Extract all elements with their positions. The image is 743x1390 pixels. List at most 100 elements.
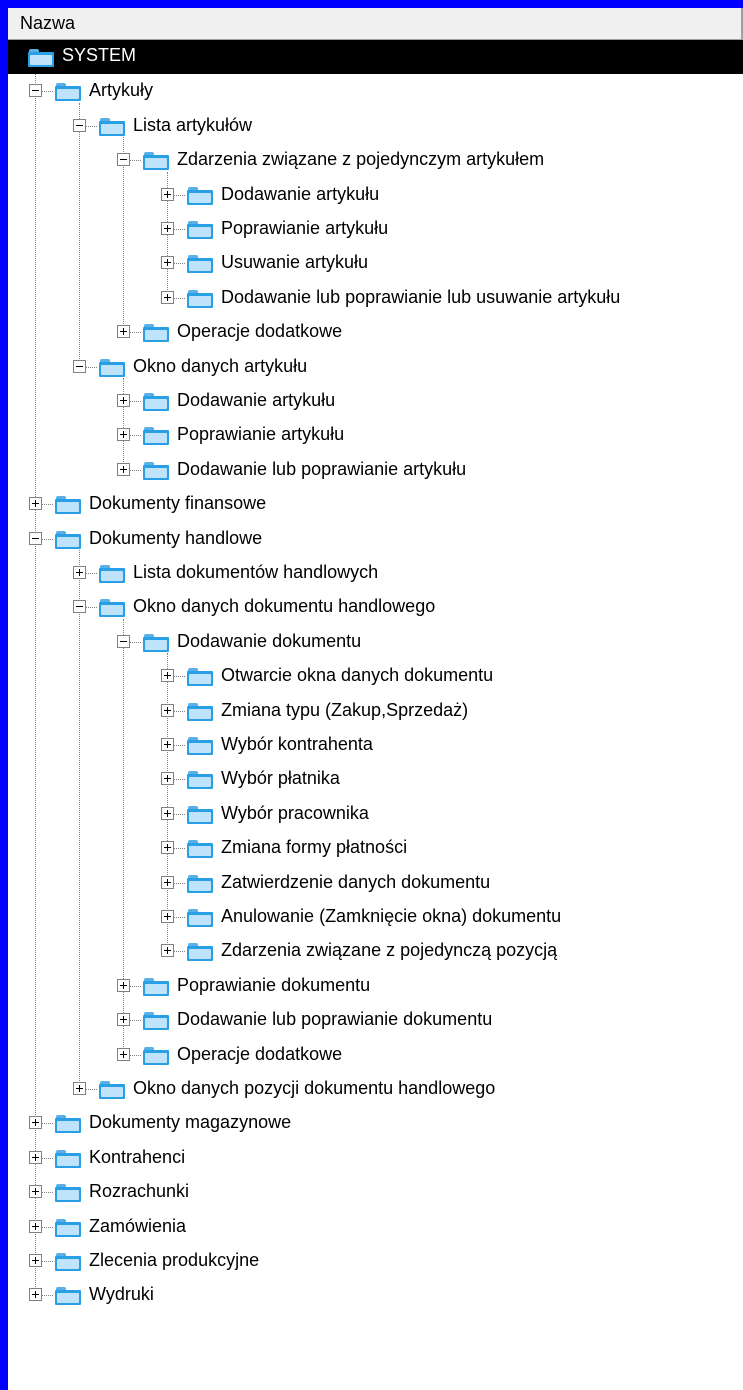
- expand-plus-icon[interactable]: [161, 187, 174, 201]
- tree-node-label: Lista artykułów: [133, 114, 253, 135]
- collapse-minus-icon[interactable]: [73, 600, 86, 614]
- tree-window: SYSTEM Artykuły Lista artykułów Zdarzenia z…: [8, 8, 743, 1390]
- tree-node[interactable]: Okno danych dokumentu handlowego: [8, 590, 743, 624]
- collapse-minus-icon[interactable]: [117, 634, 130, 648]
- expand-plus-icon[interactable]: [117, 978, 130, 992]
- folder-icon: [55, 1149, 81, 1168]
- folder-icon: [187, 255, 213, 274]
- tree-view[interactable]: SYSTEM Artykuły Lista artykułów Zdarzenia z…: [8, 8, 743, 1390]
- tree-node[interactable]: Dodawanie lub poprawianie lub usuwanie a…: [8, 281, 743, 315]
- tree-node[interactable]: Dokumenty handlowe: [8, 522, 743, 556]
- expand-plus-icon[interactable]: [29, 1219, 42, 1233]
- folder-icon: [55, 530, 81, 549]
- collapse-minus-icon[interactable]: [73, 359, 86, 373]
- expand-plus-icon[interactable]: [29, 1288, 42, 1302]
- tree-node[interactable]: Otwarcie okna danych dokumentu: [8, 659, 743, 693]
- tree-node-label: Anulowanie (Zamknięcie okna) dokumentu: [221, 906, 562, 926]
- tree-node[interactable]: Wybór kontrahenta: [8, 728, 743, 762]
- collapse-minus-icon[interactable]: [29, 84, 42, 98]
- tree-node-label: Kontrahenci: [89, 1146, 186, 1167]
- tree-node[interactable]: Dokumenty finansowe: [8, 487, 743, 521]
- tree-node[interactable]: Usuwanie artykułu: [8, 246, 743, 280]
- tree-node-label: Zdarzenia związane z pojedynczą pozycją: [221, 940, 558, 961]
- expand-plus-icon[interactable]: [117, 462, 130, 476]
- tree-node[interactable]: Rozrachunki: [8, 1175, 743, 1209]
- tree-node[interactable]: Wydruki: [8, 1278, 743, 1312]
- tree-node[interactable]: Zatwierdzenie danych dokumentu: [8, 866, 743, 900]
- tree-node[interactable]: Anulowanie (Zamknięcie okna) dokumentu: [8, 900, 743, 934]
- expand-plus-icon[interactable]: [29, 1185, 42, 1199]
- expand-plus-icon[interactable]: [161, 944, 174, 958]
- expand-plus-icon[interactable]: [161, 290, 174, 304]
- tree-node[interactable]: Dodawanie dokumentu: [8, 625, 743, 659]
- tree-node-label: Operacje dodatkowe: [177, 1043, 343, 1064]
- expand-plus-icon[interactable]: [161, 910, 174, 923]
- expand-plus-icon[interactable]: [117, 428, 130, 442]
- expand-plus-icon[interactable]: [29, 1116, 42, 1130]
- expand-plus-icon[interactable]: [161, 703, 174, 717]
- expand-plus-icon[interactable]: [117, 1013, 130, 1027]
- tree-node[interactable]: Operacje dodatkowe: [8, 1038, 743, 1072]
- tree-node-label: SYSTEM: [62, 45, 137, 65]
- tree-node-label: Dodawanie lub poprawianie artykułu: [177, 458, 467, 479]
- tree-root-node[interactable]: SYSTEM: [8, 40, 743, 74]
- tree-node[interactable]: Lista artykułów: [8, 109, 743, 143]
- tree-node-label: Dodawanie lub poprawianie lub usuwanie a…: [221, 286, 621, 307]
- expand-plus-icon[interactable]: [161, 256, 174, 270]
- tree-node[interactable]: Zmiana formy płatności: [8, 831, 743, 865]
- expand-plus-icon[interactable]: [161, 806, 174, 820]
- expand-plus-icon[interactable]: [117, 1047, 130, 1061]
- expand-plus-icon[interactable]: [29, 1150, 42, 1164]
- tree-node[interactable]: Zdarzenia związane z pojedynczym artykuł…: [8, 143, 743, 177]
- tree-node[interactable]: Zlecenia produkcyjne: [8, 1244, 743, 1278]
- collapse-minus-icon[interactable]: [73, 118, 86, 132]
- tree-node[interactable]: Wybór pracownika: [8, 797, 743, 831]
- folder-icon: [55, 1115, 81, 1134]
- expand-plus-icon[interactable]: [73, 1082, 86, 1095]
- expand-plus-icon[interactable]: [161, 669, 174, 683]
- folder-icon: [99, 117, 125, 136]
- tree-node-label: Zmiana typu (Zakup,Sprzedaż): [221, 699, 469, 720]
- expand-plus-icon[interactable]: [117, 325, 130, 339]
- expand-plus-icon[interactable]: [73, 566, 86, 579]
- tree-node[interactable]: Dodawanie lub poprawianie dokumentu: [8, 1003, 743, 1037]
- expand-plus-icon[interactable]: [161, 772, 174, 786]
- folder-icon: [143, 393, 169, 411]
- column-header[interactable]: Nazwa: [8, 8, 743, 40]
- tree-node[interactable]: Zdarzenia związane z pojedynczą pozycją: [8, 934, 743, 968]
- folder-icon: [99, 599, 125, 618]
- tree-node[interactable]: Okno danych pozycji dokumentu handlowego: [8, 1072, 743, 1106]
- expand-plus-icon[interactable]: [161, 875, 174, 889]
- tree-node[interactable]: Wybór płatnika: [8, 762, 743, 796]
- tree-node[interactable]: Poprawianie artykułu: [8, 418, 743, 452]
- expand-plus-icon[interactable]: [161, 738, 174, 751]
- tree-node[interactable]: Dodawanie lub poprawianie artykułu: [8, 453, 743, 487]
- tree-node[interactable]: Lista dokumentów handlowych: [8, 556, 743, 590]
- expand-plus-icon[interactable]: [29, 497, 42, 511]
- folder-icon: [187, 221, 213, 239]
- tree-node[interactable]: Okno danych artykułu: [8, 350, 743, 384]
- folder-icon: [187, 737, 213, 755]
- tree-node-label: Okno danych pozycji dokumentu handlowego: [133, 1078, 496, 1098]
- tree-node[interactable]: Zmiana typu (Zakup,Sprzedaż): [8, 694, 743, 728]
- tree-node[interactable]: Artykuły: [8, 74, 743, 108]
- tree-node[interactable]: Dokumenty magazynowe: [8, 1106, 743, 1140]
- folder-icon: [187, 805, 213, 824]
- tree-node-label: Artykuły: [89, 80, 154, 101]
- tree-node[interactable]: Zamówienia: [8, 1210, 743, 1244]
- expand-plus-icon[interactable]: [117, 394, 130, 407]
- tree-node-label: Zamówienia: [89, 1215, 187, 1236]
- tree-node[interactable]: Kontrahenci: [8, 1141, 743, 1175]
- folder-icon: [143, 324, 169, 343]
- tree-node[interactable]: Dodawanie artykułu: [8, 384, 743, 418]
- tree-node[interactable]: Operacje dodatkowe: [8, 315, 743, 349]
- tree-node[interactable]: Dodawanie artykułu: [8, 178, 743, 212]
- expand-plus-icon[interactable]: [161, 841, 174, 855]
- tree-node[interactable]: Poprawianie dokumentu: [8, 969, 743, 1003]
- expand-plus-icon[interactable]: [29, 1254, 42, 1267]
- expand-plus-icon[interactable]: [161, 222, 174, 235]
- tree-node[interactable]: Poprawianie artykułu: [8, 212, 743, 246]
- tree-node-label: Wydruki: [89, 1284, 154, 1305]
- collapse-minus-icon[interactable]: [117, 153, 130, 167]
- collapse-minus-icon[interactable]: [29, 531, 42, 545]
